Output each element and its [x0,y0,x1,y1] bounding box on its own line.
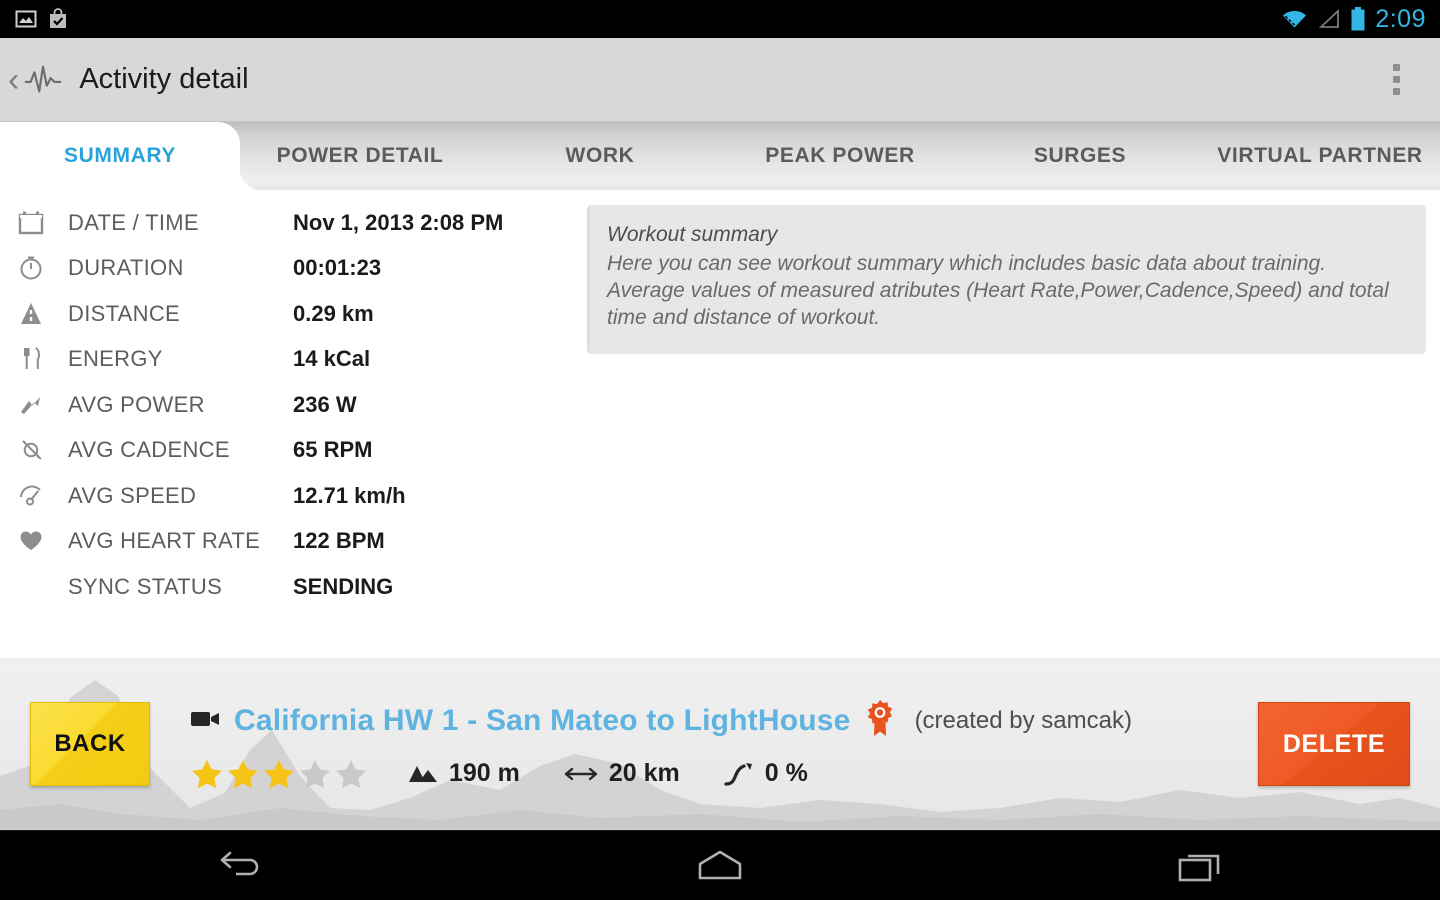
summary-card-body: Here you can see workout summary which i… [607,252,1389,329]
recents-nav-icon[interactable] [1125,831,1275,900]
stat-incline: 0 % [724,759,808,788]
workout-summary-card: Workout summary Here you can see workout… [587,205,1426,354]
summary-card-wrapper: Workout summary Here you can see workout… [570,190,1440,658]
star-empty-icon [300,759,330,788]
back-nav-icon[interactable] [165,831,315,900]
metric-label: DURATION [68,255,184,281]
horizontal-arrow-icon [564,767,598,780]
metric-row-avg-power: AVG POWER 236 W [18,382,570,428]
tab-summary[interactable]: SUMMARY [0,122,240,190]
stat-value: 20 km [608,759,680,787]
metric-label: AVG HEART RATE [68,528,261,554]
metric-row-sync-status: SYNC STATUS SENDING [18,564,570,610]
track-title-row: California HW 1 - San Mateo to LightHous… [190,699,1238,744]
road-icon [18,301,68,327]
video-camera-icon[interactable] [190,708,222,735]
status-bar: 2:09 [0,0,1440,38]
metric-value: 122 BPM [293,528,385,554]
speedometer-icon [18,483,68,509]
stat-distance: 20 km [564,759,680,788]
summary-card-title: Workout summary [607,223,778,246]
track-footer-bar: BACK California HW 1 - San Mateo to Ligh… [0,658,1440,830]
stat-elevation: 190 m [408,759,520,788]
metric-label: DATE / TIME [68,209,199,235]
tab-surges[interactable]: SURGES [960,122,1200,190]
cadence-icon [18,437,68,463]
tab-bar: SUMMARY POWER DETAIL WORK PEAK POWER SUR… [0,122,1440,190]
calendar-icon [18,210,68,236]
metric-row-date-time: DATE / TIME Nov 1, 2013 2:08 PM [18,200,570,246]
status-bar-system-icons: 2:09 [1281,5,1440,34]
rating-stars[interactable] [190,758,368,790]
power-bolt-icon [18,392,68,418]
wifi-icon [1283,11,1307,28]
metric-row-avg-speed: AVG SPEED 12.71 km/h [18,473,570,519]
overflow-menu-icon[interactable] [1383,54,1410,105]
metric-row-energy: ENERGY 14 kCal [18,337,570,383]
metric-row-duration: DURATION 00:01:23 [18,246,570,292]
metric-value: 236 W [293,391,357,417]
status-bar-clock: 2:09 [1375,4,1426,33]
activity-waveform-icon[interactable] [23,60,63,100]
metric-label: ENERGY [68,346,163,372]
track-stats-row: 190 m 20 km 0 % [190,758,1238,790]
stopwatch-icon [18,255,68,281]
home-nav-icon[interactable] [645,831,795,900]
summary-content: DATE / TIME Nov 1, 2013 2:08 PM DURATION… [0,190,1440,658]
metric-label: AVG POWER [68,391,205,417]
image-icon [15,10,37,28]
metric-row-avg-heart-rate: AVG HEART RATE 122 BPM [18,519,570,565]
stat-value: 0 % [764,759,808,787]
metric-value: SENDING [293,573,394,599]
metric-label: AVG CADENCE [68,437,230,463]
track-info: California HW 1 - San Mateo to LightHous… [190,699,1238,790]
action-bar: ‹ Activity detail [0,38,1440,122]
mountain-icon [409,765,437,782]
metric-value: 00:01:23 [293,255,382,281]
star-empty-icon [336,759,366,788]
metric-value: 0.29 km [293,300,374,326]
metric-row-avg-cadence: AVG CADENCE 65 RPM [18,428,570,474]
metric-value: 12.71 km/h [293,482,406,508]
tab-work[interactable]: WORK [480,122,720,190]
page-title: Activity detail [79,63,249,95]
metric-label: DISTANCE [68,300,181,326]
metric-value: 65 RPM [293,437,373,463]
tab-power-detail[interactable]: POWER DETAIL [240,122,480,190]
metric-label: SYNC STATUS [68,573,223,599]
android-nav-bar [0,830,1440,900]
tab-virtual-partner[interactable]: VIRTUAL PARTNER [1200,122,1440,190]
back-chevron-icon[interactable]: ‹ [0,63,23,97]
signal-icon [1319,8,1340,28]
back-button[interactable]: BACK [30,702,150,786]
status-bar-notifications [0,7,70,31]
shopping-bag-check-icon [50,8,66,28]
metrics-list: DATE / TIME Nov 1, 2013 2:08 PM DURATION… [0,190,570,658]
delete-button[interactable]: DELETE [1258,702,1410,786]
star-filled-icon [192,759,222,788]
track-name-link[interactable]: California HW 1 - San Mateo to LightHous… [234,704,851,738]
android-screen: 2:09 ‹ Activity detail SUMMARY POWER DET… [0,0,1440,900]
track-author: (created by samcak) [914,707,1132,734]
metric-value: 14 kCal [293,346,371,372]
incline-arrow-icon [724,762,752,786]
award-ribbon-icon [863,699,897,744]
metric-value: Nov 1, 2013 2:08 PM [293,209,504,235]
stat-value: 190 m [449,759,520,787]
star-filled-icon [228,759,258,788]
battery-icon [1351,7,1365,31]
heart-icon [18,528,68,554]
star-filled-icon [264,759,294,788]
metric-label: AVG SPEED [68,482,197,508]
metric-row-distance: DISTANCE 0.29 km [18,291,570,337]
tab-peak-power[interactable]: PEAK POWER [720,122,960,190]
cutlery-icon [18,346,68,372]
